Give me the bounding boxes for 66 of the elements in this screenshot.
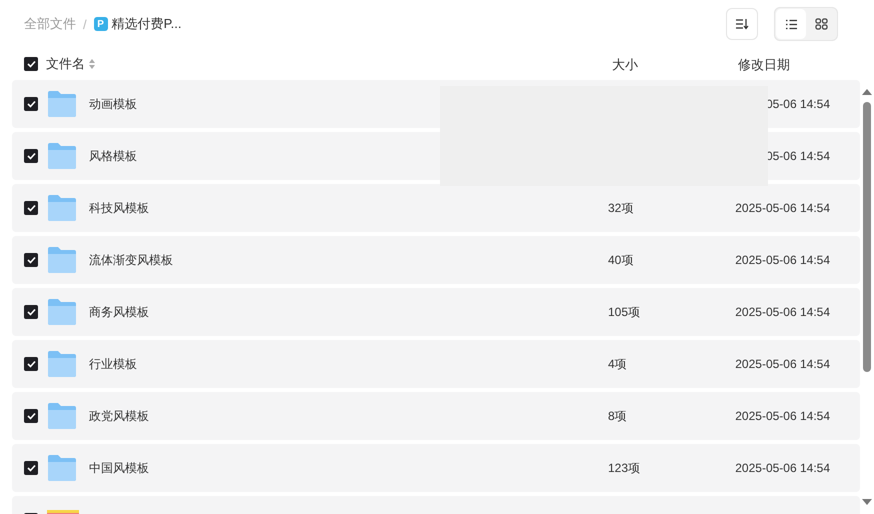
breadcrumb-current: 精选付费P... [112,15,182,33]
row-checkbox[interactable] [24,409,38,423]
file-row[interactable]: 商务风模板 105项 2025-05-06 14:54 [12,288,860,336]
breadcrumb-separator: / [83,16,87,32]
check-icon [26,256,36,264]
folder-badge: P [94,17,108,31]
row-checkbox[interactable] [24,253,38,267]
folder-icon [47,194,77,222]
select-all-checkbox[interactable] [24,57,38,71]
file-row[interactable]: 科技风模板 32项 2025-05-06 14:54 [12,184,860,232]
row-checkbox[interactable] [24,305,38,319]
folder-icon [47,454,77,482]
file-row[interactable]: 行业模板 4项 2025-05-06 14:54 [12,340,860,388]
file-name: 动画模板 [89,96,137,112]
modified-date: 2025-05-06 14:54 [735,461,830,475]
file-row[interactable]: 中国风模板 123项 2025-05-06 14:54 [12,444,860,492]
folder-icon [47,142,77,170]
row-checkbox[interactable] [24,149,38,163]
file-row[interactable]: 政党风模板 8项 2025-05-06 14:54 [12,392,860,440]
file-name: 中国风模板 [89,460,149,476]
folder-icon [47,350,77,378]
row-checkbox[interactable] [24,461,38,475]
check-icon [26,360,36,368]
folder-icon [47,246,77,274]
grid-icon [814,18,828,30]
sort-icon [735,18,749,30]
file-row[interactable]: 流体渐变风模板 40项 2025-05-06 14:54 [12,236,860,284]
check-icon [26,100,36,108]
file-name: 流体渐变风模板 [89,252,173,268]
list-view-button[interactable] [776,9,806,39]
modified-date: 2025-05-06 14:54 [735,305,830,319]
folder-icon [47,402,77,430]
row-checkbox[interactable] [24,97,38,111]
scroll-down-icon[interactable] [862,498,872,506]
file-name: 行业模板 [89,356,137,372]
file-name: 商务风模板 [89,304,149,320]
column-header[interactable]: 修改日期 [738,56,790,74]
list-icon [784,18,798,30]
check-icon [26,204,36,212]
column-header[interactable]: 大小 [612,56,638,74]
item-count: 4项 [608,356,627,370]
check-icon [26,412,36,420]
modified-date: 2025-05-06 14:54 [735,357,830,371]
scrollbar-thumb[interactable] [863,102,871,372]
column-header[interactable]: 文件名 [46,55,85,73]
modified-date: 2025-05-06 14:54 [735,253,830,267]
check-icon [26,152,36,160]
row-checkbox[interactable] [24,357,38,371]
folder-icon [47,90,77,118]
item-count: 105项 [608,304,640,318]
check-icon [26,464,36,472]
item-count: 40项 [608,252,634,266]
check-icon [26,308,36,316]
modified-date: 2025-05-06 14:54 [735,201,830,215]
modified-date: 2025-05-06 14:54 [735,409,830,423]
file-name: 政党风模板 [89,408,149,424]
item-count: 8项 [608,408,627,422]
file-name: 风格模板 [89,148,137,164]
item-count: 123项 [608,460,640,474]
file-name: 科技风模板 [89,200,149,216]
folder-icon [47,298,77,326]
scroll-up-icon[interactable] [862,88,872,96]
row-checkbox[interactable] [24,201,38,215]
sort-button[interactable] [726,8,758,40]
check-icon [26,60,36,68]
item-count: 32项 [608,200,634,214]
